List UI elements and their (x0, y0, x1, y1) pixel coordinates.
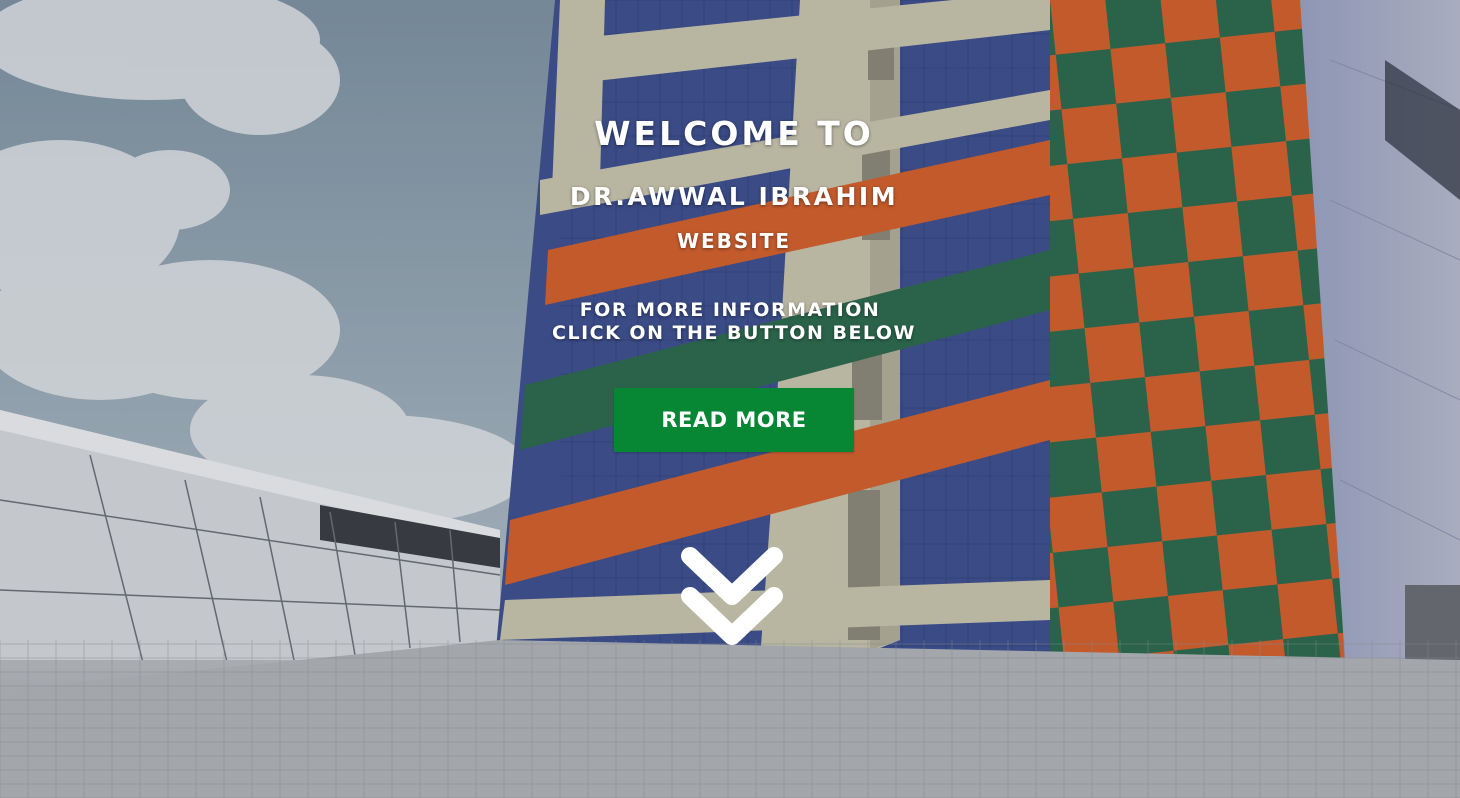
read-more-button[interactable]: READ MORE (614, 388, 854, 452)
info-text-line2: CLICK ON THE BUTTON BELOW (552, 322, 916, 344)
welcome-heading: WELCOME TO (594, 114, 874, 153)
website-subheading: WEBSITE (676, 229, 792, 253)
info-text-line1: FOR MORE INFORMATION (579, 299, 881, 321)
double-chevron-down-icon[interactable] (676, 540, 788, 652)
owner-name-heading: DR.AWWAL IBRAHIM (569, 182, 899, 211)
hero-section: WELCOME TO DR.AWWAL IBRAHIM WEBSITE FOR … (0, 0, 1460, 798)
